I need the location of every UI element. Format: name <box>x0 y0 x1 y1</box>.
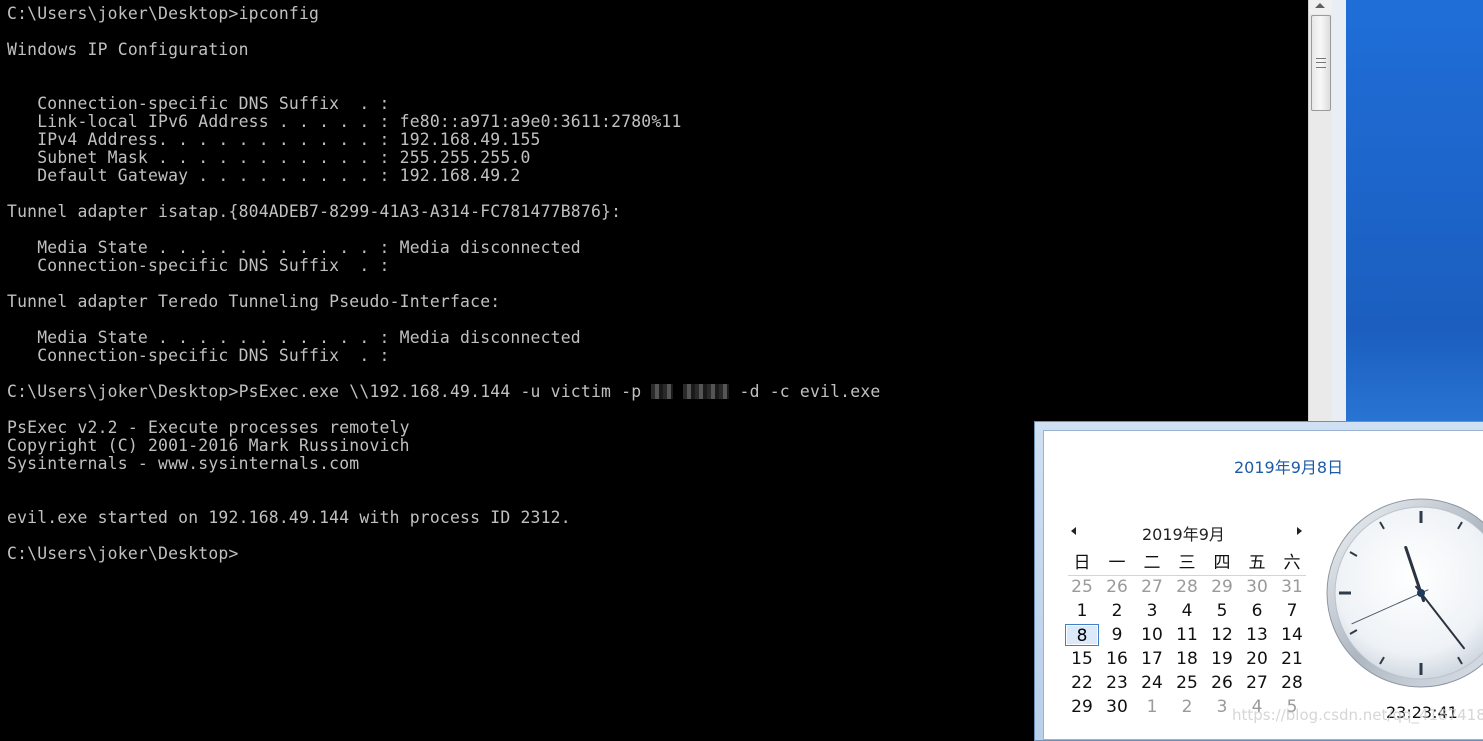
console-line: Connection-specific DNS Suffix . : <box>7 94 390 113</box>
console-line: C:\Users\joker\Desktop> <box>7 544 239 563</box>
scroll-thumb[interactable] <box>1311 15 1331 111</box>
month-label[interactable]: 2019年9月 <box>1142 521 1225 545</box>
console-line: Windows IP Configuration <box>7 40 249 59</box>
weekday-header: 三 <box>1178 553 1196 573</box>
calendar-day[interactable]: 2 <box>1170 696 1204 718</box>
grip-icon <box>1316 58 1326 68</box>
console-line: Default Gateway . . . . . . . . . : 192.… <box>7 166 521 185</box>
console-line: Subnet Mask . . . . . . . . . . . : 255.… <box>7 148 531 167</box>
calendar-day[interactable]: 31 <box>1275 576 1309 598</box>
console-line: Copyright (C) 2001-2016 Mark Russinovich <box>7 436 410 455</box>
calendar-day[interactable]: 2 <box>1100 600 1134 622</box>
arrow-up-icon <box>1315 3 1325 8</box>
calendar-day[interactable]: 22 <box>1065 672 1099 694</box>
console-line: Sysinternals - www.sysinternals.com <box>7 454 360 473</box>
console-line: Tunnel adapter isatap.{804ADEB7-8299-41A… <box>7 202 622 221</box>
calendar-day[interactable]: 27 <box>1135 576 1169 598</box>
calendar-day[interactable]: 5 <box>1205 600 1239 622</box>
calendar-day[interactable]: 23 <box>1100 672 1134 694</box>
calendar-day-today[interactable]: 8 <box>1065 624 1099 646</box>
console-line: Connection-specific DNS Suffix . : <box>7 256 390 275</box>
weekday-header: 五 <box>1248 553 1266 573</box>
console-line: Connection-specific DNS Suffix . : <box>7 346 390 365</box>
calendar-day[interactable]: 20 <box>1240 648 1274 670</box>
calendar-day[interactable]: 1 <box>1135 696 1169 718</box>
console-line: PsExec v2.2 - Execute processes remotely <box>7 418 410 437</box>
clock-center <box>1417 589 1425 597</box>
calendar-day[interactable]: 12 <box>1205 624 1239 646</box>
console-line: C:\Users\joker\Desktop>ipconfig <box>7 4 320 23</box>
calendar-day[interactable]: 21 <box>1275 648 1309 670</box>
calendar-day[interactable]: 1 <box>1065 600 1099 622</box>
calendar-day[interactable]: 11 <box>1170 624 1204 646</box>
calendar-day[interactable]: 28 <box>1275 672 1309 694</box>
weekday-header: 日 <box>1073 553 1091 573</box>
calendar-day[interactable]: 9 <box>1100 624 1134 646</box>
calendar-day[interactable]: 15 <box>1065 648 1099 670</box>
calendar-day[interactable]: 26 <box>1205 672 1239 694</box>
console-line: IPv4 Address. . . . . . . . . . . : 192.… <box>7 130 541 149</box>
scroll-up-button[interactable] <box>1309 0 1332 14</box>
calendar-day[interactable]: 28 <box>1170 576 1204 598</box>
redacted-password-block <box>651 384 674 399</box>
redacted-password-block <box>683 384 730 399</box>
weekday-header: 四 <box>1213 553 1231 573</box>
console-line: evil.exe started on 192.168.49.144 with … <box>7 508 571 527</box>
console-line: Media State . . . . . . . . . . . : Medi… <box>7 328 581 347</box>
calendar-day[interactable]: 13 <box>1240 624 1274 646</box>
calendar-day[interactable]: 30 <box>1240 576 1274 598</box>
calendar-day[interactable]: 6 <box>1240 600 1274 622</box>
console-line: Tunnel adapter Teredo Tunneling Pseudo-I… <box>7 292 501 311</box>
calendar-day[interactable]: 18 <box>1170 648 1204 670</box>
analog-clock <box>1326 498 1483 688</box>
calendar-day[interactable]: 25 <box>1065 576 1099 598</box>
console-line: C:\Users\joker\Desktop>PsExec.exe \\192.… <box>7 382 881 401</box>
weekday-header: 二 <box>1143 553 1161 573</box>
calendar-day[interactable]: 30 <box>1100 696 1134 718</box>
calendar-day[interactable]: 29 <box>1065 696 1099 718</box>
calendar-day[interactable]: 4 <box>1170 600 1204 622</box>
calendar-day[interactable]: 17 <box>1135 648 1169 670</box>
calendar-day[interactable]: 24 <box>1135 672 1169 694</box>
long-date-link[interactable]: 2019年9月8日 <box>1234 454 1343 478</box>
calendar-day[interactable]: 7 <box>1275 600 1309 622</box>
console-line: Media State . . . . . . . . . . . : Medi… <box>7 238 581 257</box>
window-edge <box>1332 0 1346 425</box>
calendar-day[interactable]: 10 <box>1135 624 1169 646</box>
calendar-day[interactable]: 26 <box>1100 576 1134 598</box>
next-month-icon[interactable] <box>1297 527 1302 535</box>
calendar-day[interactable]: 19 <box>1205 648 1239 670</box>
console-line: Link-local IPv6 Address . . . . . : fe80… <box>7 112 682 131</box>
calendar-day[interactable]: 14 <box>1275 624 1309 646</box>
calendar-day[interactable]: 29 <box>1205 576 1239 598</box>
calendar-day[interactable]: 16 <box>1100 648 1134 670</box>
watermark-text: https://blog.csdn.net/qq_41874181 <box>1232 706 1483 724</box>
calendar-day[interactable]: 3 <box>1135 600 1169 622</box>
calendar-day[interactable]: 25 <box>1170 672 1204 694</box>
weekday-header: 六 <box>1283 553 1301 573</box>
prev-month-icon[interactable] <box>1071 527 1076 535</box>
psexec-args: -d -c evil.exe <box>729 382 881 401</box>
calendar-day[interactable]: 27 <box>1240 672 1274 694</box>
console-output: C:\Users\joker\Desktop>ipconfig Windows I… <box>7 5 880 563</box>
weekday-header: 一 <box>1108 553 1126 573</box>
